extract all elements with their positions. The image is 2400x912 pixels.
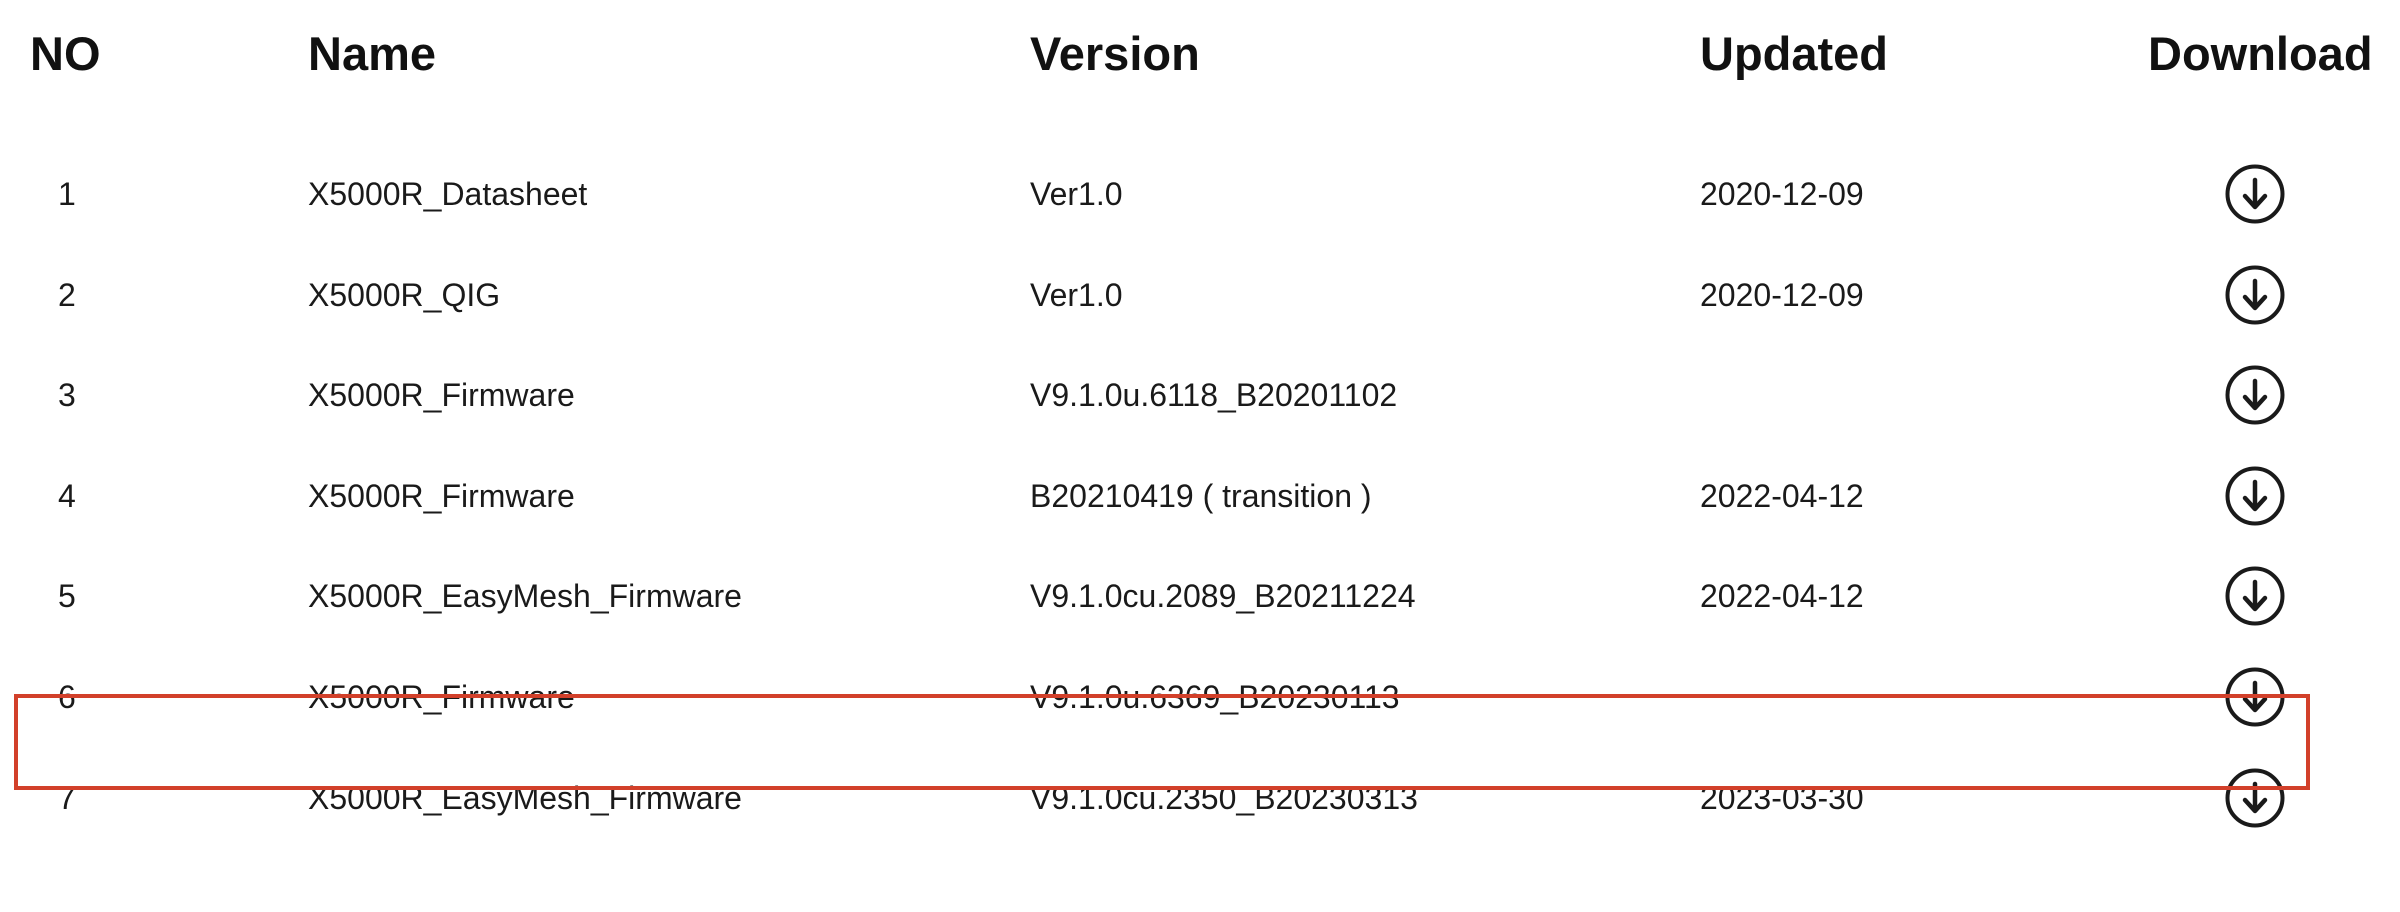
table-row: 1 X5000R_Datasheet Ver1.0 2020-12-09 xyxy=(0,144,2400,245)
row-version: V9.1.0cu.2089_B20211224 xyxy=(1030,578,1416,615)
download-circle-icon xyxy=(2225,265,2285,325)
row-no: 3 xyxy=(58,377,76,414)
row-updated: 2023-03-30 xyxy=(1700,779,1864,816)
row-version: V9.1.0u.6369_B20230113 xyxy=(1030,678,1400,715)
table-row: 6 X5000R_Firmware V9.1.0u.6369_B20230113 xyxy=(0,647,2400,748)
row-no: 5 xyxy=(58,578,76,615)
row-no: 2 xyxy=(58,276,76,313)
row-version: Ver1.0 xyxy=(1030,176,1123,212)
download-circle-icon xyxy=(2225,164,2285,224)
header-version: Version xyxy=(1030,27,1200,80)
row-updated: 2020-12-09 xyxy=(1700,176,1864,212)
row-name: X5000R_Firmware xyxy=(308,377,575,414)
row-no: 7 xyxy=(58,779,76,816)
row-name: X5000R_Datasheet xyxy=(308,176,588,212)
row-version: Ver1.0 xyxy=(1030,276,1123,313)
row-no: 6 xyxy=(58,678,76,715)
download-button[interactable] xyxy=(2224,465,2286,527)
download-button[interactable] xyxy=(2224,565,2286,627)
header-updated: Updated xyxy=(1700,27,1888,80)
row-version: V9.1.0u.6118_B20201102 xyxy=(1030,377,1398,414)
row-no: 1 xyxy=(58,176,76,212)
row-version: V9.1.0cu.2350_B20230313 xyxy=(1030,779,1418,816)
row-updated: 2022-04-12 xyxy=(1700,477,1864,514)
row-name: X5000R_Firmware xyxy=(308,477,575,514)
row-version: B20210419 ( transition ) xyxy=(1030,477,1372,514)
row-name: X5000R_EasyMesh_Firmware xyxy=(308,779,742,816)
row-updated: 2022-04-12 xyxy=(1700,578,1864,615)
header-download: Download xyxy=(2148,27,2373,80)
row-updated: 2020-12-09 xyxy=(1700,276,1864,313)
row-name: X5000R_Firmware xyxy=(308,678,575,715)
table-row: 4 X5000R_Firmware B20210419 ( transition… xyxy=(0,446,2400,547)
row-name: X5000R_EasyMesh_Firmware xyxy=(308,578,742,615)
download-button[interactable] xyxy=(2224,666,2286,728)
table-row: 5 X5000R_EasyMesh_Firmware V9.1.0cu.2089… xyxy=(0,546,2400,647)
table-row: 3 X5000R_Firmware V9.1.0u.6118_B20201102 xyxy=(0,345,2400,446)
row-name: X5000R_QIG xyxy=(308,276,501,313)
table-body: 1 X5000R_Datasheet Ver1.0 2020-12-09 2 X… xyxy=(0,144,2400,848)
header-no: NO xyxy=(30,27,101,80)
table-header-row: NO Name Version Updated Download xyxy=(0,24,2400,84)
download-button[interactable] xyxy=(2224,364,2286,426)
header-name: Name xyxy=(308,27,437,80)
download-button[interactable] xyxy=(2224,264,2286,326)
table-row: 2 X5000R_QIG Ver1.0 2020-12-09 xyxy=(0,245,2400,346)
download-button[interactable] xyxy=(2224,767,2286,829)
download-button[interactable] xyxy=(2224,163,2286,225)
table-row: 7 X5000R_EasyMesh_Firmware V9.1.0cu.2350… xyxy=(0,748,2400,849)
download-circle-icon xyxy=(2225,768,2285,828)
download-circle-icon xyxy=(2225,667,2285,727)
download-circle-icon xyxy=(2225,566,2285,626)
download-circle-icon xyxy=(2225,365,2285,425)
row-no: 4 xyxy=(58,477,76,514)
download-circle-icon xyxy=(2225,466,2285,526)
